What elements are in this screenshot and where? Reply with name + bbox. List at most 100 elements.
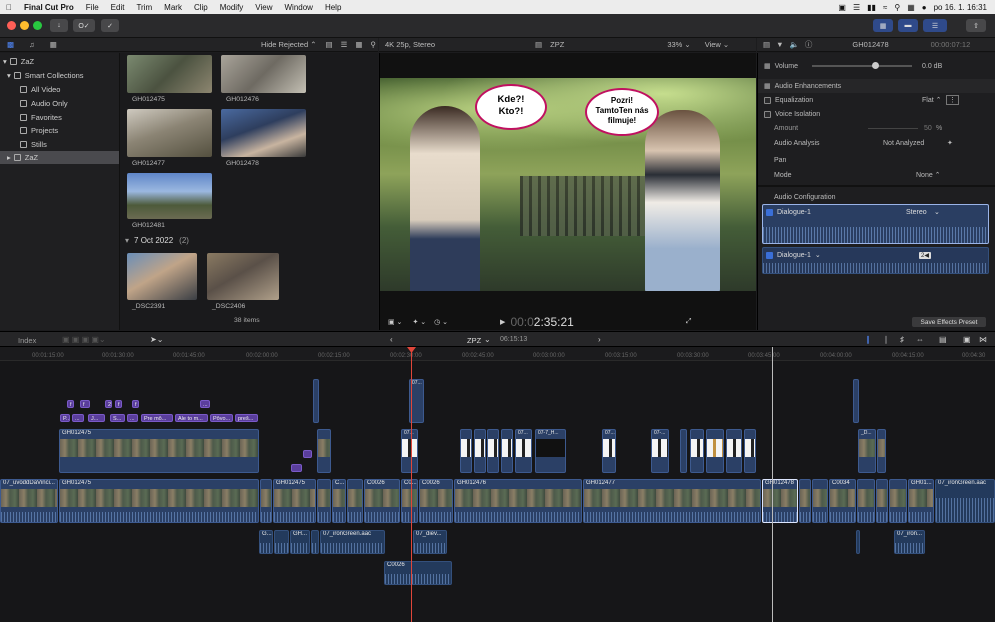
audio-inspector-icon[interactable]: 🔈: [790, 40, 799, 49]
sidebar-item-event-zaz[interactable]: ▸ ZaZ: [0, 151, 119, 164]
storyline-clip[interactable]: [260, 479, 272, 523]
voice-isolation-checkbox[interactable]: [764, 110, 771, 118]
video-inspector-icon[interactable]: ▤: [763, 40, 770, 49]
apple-icon[interactable]: : [0, 3, 18, 12]
menu-view[interactable]: View: [249, 3, 278, 12]
storyline-clip[interactable]: GH012476: [454, 479, 582, 523]
storyline-clip[interactable]: 07_uvoddDaVinci...: [0, 479, 58, 523]
storyline-clip[interactable]: [857, 479, 875, 523]
sidebar-item-all-video[interactable]: All Video: [20, 83, 60, 96]
title-clip[interactable]: f: [80, 400, 90, 408]
menu-modify[interactable]: Modify: [214, 3, 250, 12]
connected-clip[interactable]: 07...: [401, 429, 418, 473]
clip-thumbnail[interactable]: [207, 253, 279, 300]
edit-buttons-icon[interactable]: ▣ ▣ ▣ ▣⌄: [62, 335, 106, 344]
title-clip[interactable]: f: [67, 400, 74, 408]
control-center-icon[interactable]: ▦: [907, 3, 915, 12]
speed-icon[interactable]: ◷ ⌄: [434, 318, 448, 326]
connected-clip[interactable]: [853, 379, 859, 423]
timeline[interactable]: 00:01:15:00 00:01:30:00 00:01:45:00 00:0…: [0, 347, 995, 622]
role-checkbox[interactable]: [766, 251, 773, 259]
title-clip[interactable]: Pôvo...: [210, 414, 233, 422]
magic-wand-icon[interactable]: ✦: [947, 139, 953, 147]
storyline-clip[interactable]: [889, 479, 907, 523]
connected-clip[interactable]: [706, 429, 724, 473]
channel-format-popup[interactable]: Stereo: [906, 209, 927, 216]
connected-clip[interactable]: [460, 429, 472, 473]
skimming-icon[interactable]: ∥: [866, 335, 870, 344]
title-clip[interactable]: 2: [105, 400, 112, 408]
storyline-clip[interactable]: [347, 479, 363, 523]
equalization-popup[interactable]: Flat ⌃: [922, 96, 941, 104]
connected-clip[interactable]: [877, 429, 886, 473]
library-item[interactable]: ▾ ZaZ: [3, 55, 34, 68]
sidebar-item-stills[interactable]: Stills: [20, 138, 47, 151]
clip-thumbnail[interactable]: [127, 173, 212, 219]
timeline-ruler[interactable]: 00:01:15:00 00:01:30:00 00:01:45:00 00:0…: [0, 347, 995, 361]
search-icon[interactable]: ⚲: [370, 40, 376, 49]
effects-browser-icon[interactable]: ▣: [963, 335, 971, 344]
volume-slider-knob[interactable]: [872, 62, 879, 69]
storyline-clip[interactable]: GH012475: [59, 479, 259, 523]
title-clip[interactable]: J...: [88, 414, 105, 422]
volume-value[interactable]: 0.0 dB: [922, 63, 942, 70]
info-inspector-icon[interactable]: ⓘ: [805, 39, 813, 50]
storyline-clip[interactable]: [317, 479, 331, 523]
history-forward-icon[interactable]: ›: [598, 335, 601, 344]
stack-icon[interactable]: ☰: [853, 3, 860, 12]
eq-graph-icon[interactable]: ⋮: [946, 95, 959, 105]
date-group-header[interactable]: ▾ 7 Oct 2022 (2): [125, 234, 189, 247]
audio-skimming-icon[interactable]: ∣: [884, 335, 888, 344]
sidebar-item-projects[interactable]: Projects: [20, 124, 58, 137]
connected-clip[interactable]: [501, 429, 513, 473]
battery-icon[interactable]: ▮▮: [867, 3, 876, 12]
storyline-clip[interactable]: C0026: [419, 479, 453, 523]
snapping-icon[interactable]: ⇔: [916, 335, 924, 344]
menu-edit[interactable]: Edit: [105, 3, 131, 12]
show-browser-button[interactable]: ▦: [873, 19, 893, 32]
history-back-icon[interactable]: ‹: [390, 335, 393, 344]
menu-window[interactable]: Window: [279, 3, 319, 12]
chevron-down-icon[interactable]: ⌄: [934, 208, 940, 216]
connected-clip[interactable]: _D...: [858, 429, 876, 473]
clock[interactable]: po 16. 1. 16:31: [934, 3, 987, 12]
connected-clip[interactable]: [744, 429, 756, 473]
chevron-down-icon[interactable]: ⌄: [815, 251, 821, 259]
storyline-clip[interactable]: C...: [332, 479, 346, 523]
equalization-checkbox[interactable]: [764, 96, 771, 104]
headphones-icon[interactable]: ♯: [900, 335, 904, 344]
storyline-clip[interactable]: GH012477: [583, 479, 761, 523]
zoom-popup[interactable]: 33% ⌄: [667, 40, 690, 49]
role-name[interactable]: Dialogue-1: [777, 252, 811, 259]
connected-audio-clip[interactable]: [274, 530, 289, 554]
title-clip[interactable]: Ale to m...: [175, 414, 208, 422]
timeline-project-name[interactable]: ZPZ: [467, 336, 481, 345]
connected-audio-clip[interactable]: 07_iron...: [894, 530, 925, 554]
connected-clip[interactable]: GH012475: [59, 429, 259, 473]
connected-clip[interactable]: [726, 429, 742, 473]
audio-channel-secondary[interactable]: Dialogue-1 ⌄ 2◀: [762, 247, 989, 274]
share-button[interactable]: ⇧: [966, 19, 986, 32]
connected-clip[interactable]: [690, 429, 704, 473]
minimize-window-button[interactable]: [20, 21, 29, 30]
title-clip[interactable]: [291, 464, 302, 472]
title-clip[interactable]: ...: [72, 414, 84, 422]
connected-clip[interactable]: [487, 429, 499, 473]
audio-enhancements-header[interactable]: ▦ Audio Enhancements: [758, 79, 995, 93]
storyline-audio-clip[interactable]: 07_ironGreen.aac: [935, 479, 995, 523]
connected-audio-clip[interactable]: 07_diev...: [413, 530, 447, 554]
sidebar-item-favorites[interactable]: Favorites: [20, 111, 62, 124]
connected-clip[interactable]: [317, 429, 331, 473]
menu-clip[interactable]: Clip: [188, 3, 214, 12]
show-inspector-button[interactable]: ☰: [923, 19, 947, 32]
pan-mode-popup[interactable]: None ⌃: [916, 171, 941, 179]
playhead[interactable]: [411, 347, 412, 622]
connected-clip[interactable]: [474, 429, 486, 473]
storyline-clip[interactable]: GH01...: [908, 479, 934, 523]
storyline-clip[interactable]: [812, 479, 828, 523]
clip-appearance-icon[interactable]: ▤: [939, 335, 947, 344]
photos-audio-icon[interactable]: ♫: [29, 40, 35, 49]
wifi-icon[interactable]: ≈: [883, 3, 887, 12]
background-tasks-button[interactable]: ✓: [101, 19, 119, 32]
timecode-display[interactable]: 2:35:21: [534, 315, 574, 329]
